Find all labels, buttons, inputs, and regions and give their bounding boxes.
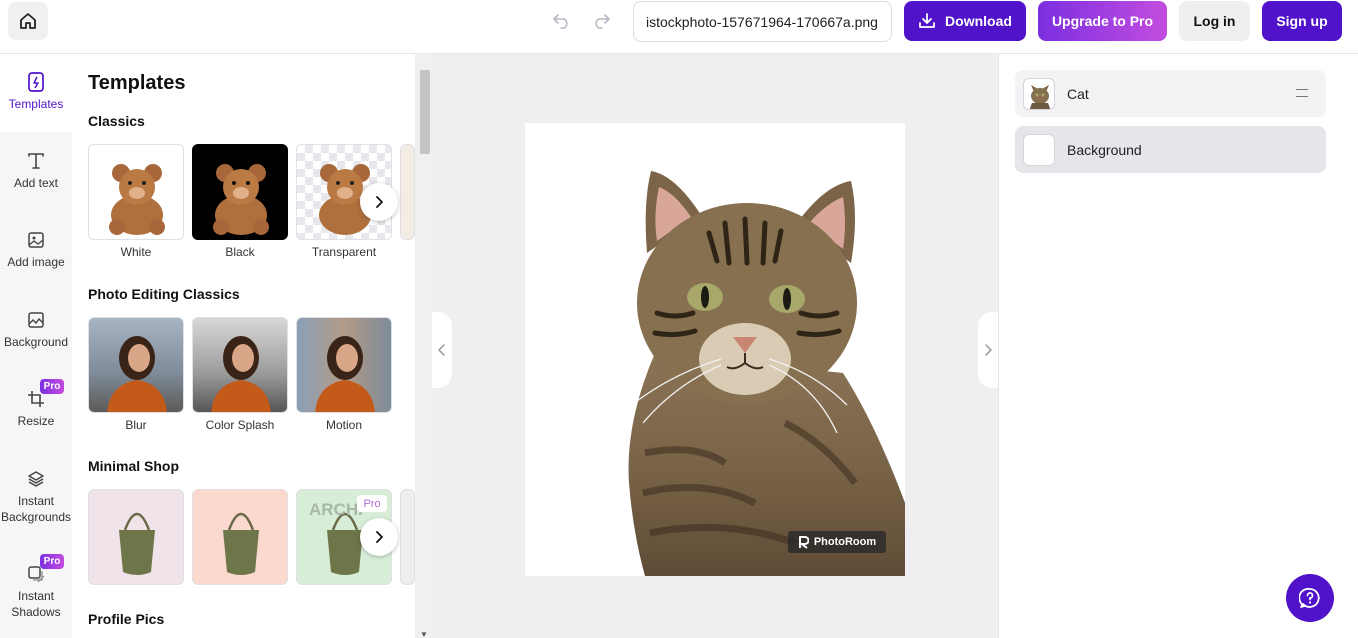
section-title: Classics — [88, 113, 145, 129]
chevron-left-icon — [438, 344, 445, 356]
photoroom-watermark: PhotoRoom — [788, 531, 886, 553]
layers-icon — [26, 469, 46, 489]
text-icon — [26, 151, 46, 171]
collapse-right-panel-button[interactable] — [978, 312, 998, 388]
layer-name: Cat — [1067, 85, 1089, 102]
handbag-image — [223, 512, 259, 575]
rail-item-instant-backgrounds[interactable]: Instant Backgrounds — [0, 469, 72, 525]
rail-item-templates[interactable]: Templates — [0, 54, 72, 132]
cat-image[interactable] — [525, 123, 905, 576]
template-label: Transparent — [311, 245, 377, 259]
layer-name: Background — [1067, 141, 1142, 158]
layers-panel: Cat Background — [998, 54, 1341, 638]
upgrade-button[interactable]: Upgrade to Pro — [1038, 1, 1167, 41]
login-button[interactable]: Log in — [1179, 1, 1250, 41]
template-blur[interactable] — [88, 317, 184, 413]
layer-thumbnail — [1023, 77, 1055, 110]
redo-button[interactable] — [589, 10, 613, 32]
rail-item-add-image[interactable]: Add image — [0, 230, 72, 270]
chevron-right-icon — [985, 344, 992, 356]
rail-label: Instant Backgrounds — [0, 494, 72, 524]
pro-badge: Pro — [40, 379, 64, 394]
template-minimal-shop-pink[interactable] — [88, 489, 184, 585]
rail-label: Templates — [8, 97, 64, 111]
template-motion[interactable] — [296, 317, 392, 413]
signup-button[interactable]: Sign up — [1262, 1, 1342, 41]
template-partial[interactable] — [400, 144, 415, 240]
template-background-text: ARCHI — [309, 500, 363, 519]
rail-item-instant-shadows[interactable]: Instant Shadows — [0, 564, 72, 620]
chevron-right-icon — [376, 531, 383, 543]
template-label: White — [120, 245, 152, 259]
download-icon — [919, 13, 935, 28]
pro-badge: Pro — [40, 554, 64, 569]
section-title: Photo Editing Classics — [88, 286, 240, 302]
panel-title: Templates — [88, 72, 186, 94]
rail-label: Resize — [17, 414, 55, 428]
photoroom-logo-icon — [798, 535, 809, 549]
top-bar: istockphoto-157671964-170667a.png Downlo… — [0, 0, 1358, 54]
section-title: Minimal Shop — [88, 458, 179, 474]
rail-label: Add image — [7, 255, 65, 269]
teddy-bear-image — [213, 164, 269, 235]
carousel-next-button[interactable] — [360, 183, 398, 221]
layer-thumbnail — [1023, 133, 1055, 166]
scroll-down-icon[interactable]: ▼ — [420, 630, 428, 638]
rail-label: Instant Shadows — [11, 589, 61, 619]
template-white[interactable] — [88, 144, 184, 240]
scrollbar-thumb[interactable] — [420, 70, 430, 154]
download-button[interactable]: Download — [904, 1, 1026, 41]
help-button[interactable] — [1286, 574, 1334, 622]
artboard[interactable] — [525, 123, 905, 576]
collapse-left-panel-button[interactable] — [432, 312, 452, 388]
template-label: Motion — [325, 418, 363, 432]
portrait-image — [211, 336, 271, 412]
templates-icon — [26, 72, 46, 92]
template-label: Black — [225, 245, 255, 259]
chevron-right-icon — [376, 196, 383, 208]
background-icon — [26, 310, 46, 330]
portrait-image — [315, 336, 375, 412]
home-icon — [20, 13, 36, 29]
rail-item-add-text[interactable]: Add text — [0, 151, 72, 191]
templates-panel: Templates Classics White Black Transpare… — [72, 54, 415, 638]
pro-badge: Pro — [357, 495, 387, 512]
tool-rail: Templates Add text Add image Background … — [0, 54, 72, 638]
layer-background[interactable]: Background — [1015, 126, 1326, 173]
section-title: Profile Pics — [88, 611, 165, 627]
home-button[interactable] — [8, 2, 48, 40]
rail-item-resize[interactable]: Resize — [0, 389, 72, 429]
teddy-bear-image — [109, 164, 165, 235]
rail-item-background[interactable]: Background — [0, 310, 72, 350]
redo-icon — [595, 14, 610, 29]
undo-icon — [553, 14, 568, 29]
layer-cat[interactable]: Cat — [1015, 70, 1326, 117]
rail-label: Add text — [13, 176, 59, 190]
download-label: Download — [945, 13, 1012, 29]
help-chat-icon — [1299, 587, 1320, 608]
template-color-splash[interactable] — [192, 317, 288, 413]
template-label: Blur — [125, 418, 147, 432]
portrait-image — [107, 336, 167, 412]
watermark-label: PhotoRoom — [813, 536, 877, 548]
filename-field[interactable]: istockphoto-157671964-170667a.png — [633, 1, 892, 42]
template-minimal-shop-peach[interactable] — [192, 489, 288, 585]
undo-button[interactable] — [550, 10, 574, 32]
template-partial[interactable] — [400, 489, 415, 585]
layers-scrollbar[interactable] — [1341, 54, 1358, 638]
rail-label: Background — [3, 335, 69, 349]
handbag-image — [119, 512, 155, 575]
image-icon — [26, 230, 46, 250]
template-black[interactable] — [192, 144, 288, 240]
carousel-next-button[interactable] — [360, 518, 398, 556]
drag-handle-icon[interactable] — [1296, 89, 1308, 97]
template-label: Color Splash — [205, 418, 275, 432]
